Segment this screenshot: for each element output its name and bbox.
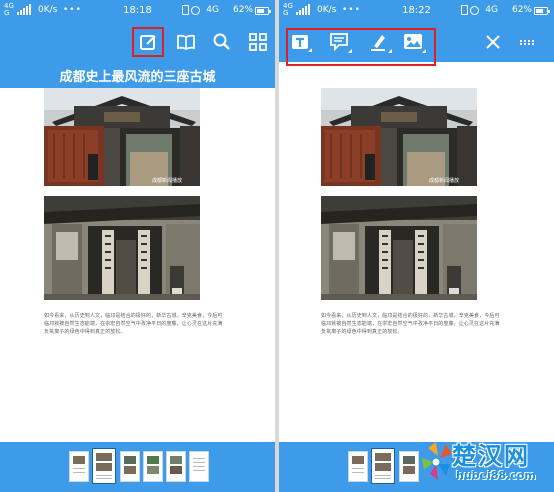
network-type: 4G bbox=[485, 5, 498, 15]
watermark-logo-icon bbox=[422, 442, 452, 480]
alarm-icon bbox=[470, 6, 479, 15]
page-thumbnail[interactable] bbox=[69, 451, 89, 482]
paragraph-line: 临邛就被自然生态能端，在崇宏自然空气中孜净平日的度藤，让心灵在这片充满 bbox=[321, 321, 500, 327]
close-icon[interactable] bbox=[484, 33, 504, 53]
watermark-url: hubei88.com bbox=[456, 469, 536, 482]
more-icon[interactable] bbox=[519, 34, 539, 54]
battery-icon bbox=[255, 7, 271, 15]
article-paragraph: 如今看来，从历史到人文，临邛是结合的极好的，新华古城，辛克美食，今后可 临邛就被… bbox=[44, 312, 234, 336]
page-thumbnail-strip bbox=[0, 442, 275, 492]
right-phone-screen: 4G G 0K/s ••• 18:22 4G 62% 成都新闻播放 如今看来，从… bbox=[279, 0, 554, 492]
watermark-text: 楚汉网 bbox=[452, 442, 530, 470]
page-thumbnail[interactable] bbox=[143, 451, 163, 482]
paragraph-line: 临邛就被自然生态能端，在崇宏自然空气中孜净平日的度藤，让心灵在这片充满 bbox=[44, 321, 223, 327]
photo-caption: 成都新闻播放 bbox=[429, 177, 459, 184]
page-thumbnail-selected[interactable] bbox=[371, 448, 395, 484]
alarm-icon bbox=[191, 6, 200, 15]
paragraph-line: 如今看来，从历史到人文，临邛是结合的极好的，新华古城，辛克美食，今后可 bbox=[44, 313, 223, 319]
search-icon[interactable] bbox=[212, 32, 232, 52]
site-watermark: 楚汉网 hubei88.com bbox=[416, 436, 546, 488]
vibrate-icon bbox=[461, 5, 468, 15]
edit-tools-highlight bbox=[286, 28, 436, 66]
photo-caption: 成都新闻播放 bbox=[152, 177, 182, 184]
status-bar: 4G G 0K/s ••• 18:18 4G 62% bbox=[0, 0, 275, 22]
title-bar: 成都史上最风流的三座古城 bbox=[0, 62, 275, 88]
battery-icon bbox=[534, 7, 550, 15]
paragraph-line: 负氧离子的绿色中得到真正的放松。 bbox=[44, 329, 126, 335]
page-thumbnail[interactable] bbox=[189, 451, 209, 482]
page-thumbnail[interactable] bbox=[166, 451, 186, 482]
paragraph-line: 如今看来，从历史到人文，临邛是结合的极好的，新华古城，辛克美食，今后可 bbox=[321, 313, 500, 319]
left-phone-screen: 4GG 0K/s ••• 18:18 4G 62% 成都史上最风流的三座古城 bbox=[0, 0, 275, 492]
vibrate-icon bbox=[182, 5, 189, 15]
photo-old-doorway bbox=[321, 196, 477, 300]
book-icon[interactable] bbox=[176, 32, 196, 52]
page-thumbnail[interactable] bbox=[348, 451, 368, 482]
network-type: 4G bbox=[206, 5, 219, 15]
photo-ancient-gate: 成都新闻播放 bbox=[321, 88, 477, 186]
battery-percent: 62% bbox=[232, 5, 253, 15]
photo-ancient-gate: 成都新闻播放 bbox=[44, 88, 200, 186]
grid-icon[interactable] bbox=[248, 32, 268, 52]
paragraph-line: 负氧离子的绿色中得到真正的放松。 bbox=[321, 329, 403, 335]
page-thumbnail-selected[interactable] bbox=[92, 448, 116, 484]
page-thumbnail[interactable] bbox=[120, 451, 140, 482]
page-title: 成都史上最风流的三座古城 bbox=[59, 70, 216, 85]
article-paragraph: 如今看来，从历史到人文，临邛是结合的极好的，新华古城，辛克美食，今后可 临邛就被… bbox=[321, 312, 511, 336]
battery-percent: 62% bbox=[511, 5, 532, 15]
status-bar: 4G G 0K/s ••• 18:22 4G 62% bbox=[279, 0, 554, 22]
edit-button-highlight bbox=[132, 27, 164, 57]
photo-old-doorway bbox=[44, 196, 200, 300]
